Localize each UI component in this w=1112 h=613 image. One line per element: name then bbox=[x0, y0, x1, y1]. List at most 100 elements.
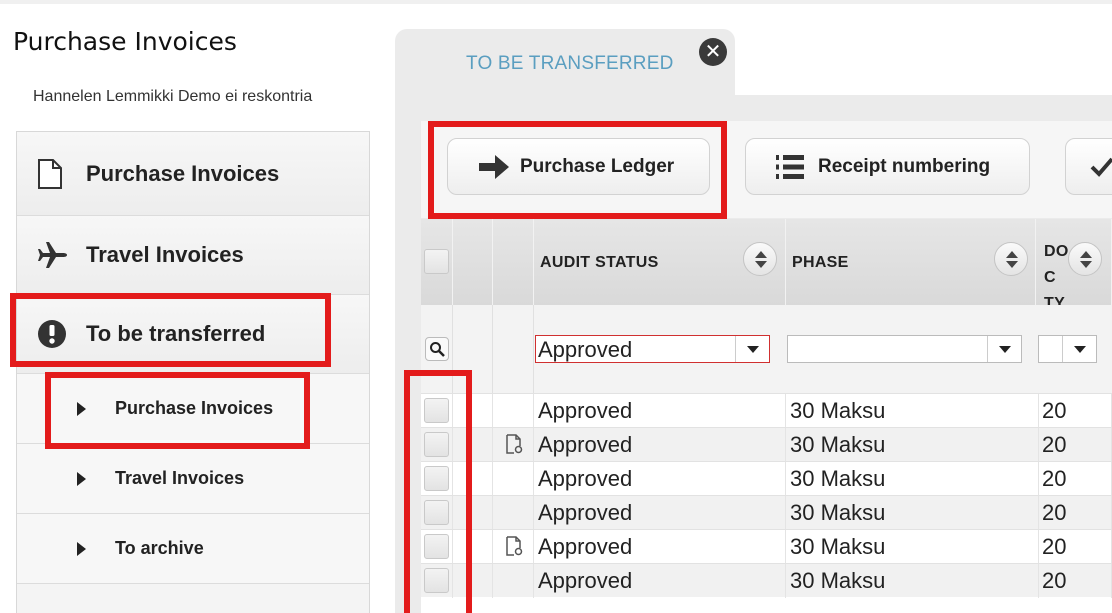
close-icon[interactable]: ✕ bbox=[699, 38, 727, 66]
row-blank-cell bbox=[453, 496, 493, 530]
sort-icon[interactable] bbox=[1068, 242, 1102, 276]
table-row[interactable]: Approved 30 Maksu 20 bbox=[421, 529, 1112, 564]
sort-icon[interactable] bbox=[743, 242, 777, 276]
audit-status-cell: Approved bbox=[534, 564, 786, 598]
row-blank-cell bbox=[453, 394, 493, 428]
table-row[interactable]: Approved 30 Maksu 20 bbox=[421, 427, 1112, 462]
phase-cell: 30 Maksu bbox=[786, 428, 1039, 462]
doc-type-cell: 20 bbox=[1039, 564, 1112, 598]
column-header-audit-status[interactable]: AUDIT STATUS bbox=[534, 219, 786, 305]
phase-cell: 30 Maksu bbox=[786, 462, 1039, 496]
column-header-phase[interactable]: PHASE bbox=[786, 219, 1036, 305]
table-row[interactable]: Approved 30 Maksu 20 bbox=[421, 495, 1112, 530]
page-title: Purchase Invoices bbox=[13, 27, 237, 56]
exclamation-icon bbox=[37, 295, 67, 373]
checkmark-icon bbox=[1090, 156, 1112, 178]
company-name: Hannelen Lemmikki Demo ei reskontria bbox=[33, 88, 313, 105]
sidebar-item-to-be-transferred[interactable]: To be transferred bbox=[17, 295, 369, 374]
sidebar-subitem-travel-invoices[interactable]: Travel Invoices bbox=[17, 444, 369, 514]
table-row[interactable]: Approved 30 Maksu 20 bbox=[421, 461, 1112, 496]
row-checkbox[interactable] bbox=[424, 500, 449, 525]
chevron-down-icon bbox=[987, 336, 1021, 362]
sidebar-item-label: Purchase Invoices bbox=[86, 160, 280, 186]
column-header-label: DOC TY bbox=[1044, 243, 1069, 305]
row-blank-cell bbox=[453, 462, 493, 496]
attachment-icon[interactable] bbox=[505, 536, 523, 556]
column-header-label: PHASE bbox=[792, 254, 849, 271]
sidebar-item-label: To be transferred bbox=[86, 321, 266, 346]
row-blank-cell bbox=[453, 530, 493, 564]
row-attachment-cell bbox=[493, 496, 534, 530]
select-all-header bbox=[421, 219, 453, 305]
row-attachment-cell bbox=[493, 462, 534, 496]
column-header-blank bbox=[453, 219, 493, 305]
row-checkbox[interactable] bbox=[424, 398, 449, 423]
row-checkbox[interactable] bbox=[424, 466, 449, 491]
purchase-ledger-button[interactable]: Purchase Ledger bbox=[447, 138, 710, 195]
filter-cell bbox=[493, 305, 534, 393]
doc-type-cell: 20 bbox=[1039, 530, 1112, 564]
row-checkbox[interactable] bbox=[424, 432, 449, 457]
table-row[interactable]: Approved 30 Maksu 20 bbox=[421, 563, 1112, 598]
sidebar-subitem-label: To archive bbox=[115, 538, 204, 558]
audit-status-filter-select[interactable]: Approved bbox=[535, 335, 770, 363]
column-header-doc-type[interactable]: DOC TY bbox=[1036, 219, 1112, 305]
sort-icon[interactable] bbox=[994, 242, 1028, 276]
phase-cell: 30 Maksu bbox=[786, 496, 1039, 530]
arrow-right-icon bbox=[478, 154, 510, 180]
row-select-cell bbox=[421, 564, 453, 598]
column-header-label: AUDIT STATUS bbox=[540, 254, 659, 271]
sidebar-subitem-label: Purchase Invoices bbox=[115, 398, 274, 418]
audit-status-filter-value: Approved bbox=[538, 337, 633, 362]
document-icon bbox=[37, 132, 63, 215]
attachment-icon[interactable] bbox=[505, 434, 523, 454]
numbered-list-icon bbox=[774, 153, 804, 181]
filter-cell bbox=[453, 305, 493, 393]
audit-status-cell: Approved bbox=[534, 428, 786, 462]
row-attachment-cell bbox=[493, 394, 534, 428]
row-select-cell bbox=[421, 394, 453, 428]
sidebar-item-travel-invoices[interactable]: Travel Invoices bbox=[17, 216, 369, 295]
row-attachment-cell bbox=[493, 428, 534, 462]
row-blank-cell bbox=[453, 564, 493, 598]
top-bar bbox=[0, 0, 1112, 4]
row-blank-cell bbox=[453, 428, 493, 462]
sidebar: Purchase Invoices Travel Invoices To be … bbox=[16, 131, 370, 613]
search-icon[interactable] bbox=[425, 337, 449, 361]
audit-status-cell: Approved bbox=[534, 496, 786, 530]
approve-button[interactable] bbox=[1065, 138, 1112, 195]
airplane-icon bbox=[37, 216, 69, 294]
caret-right-icon bbox=[77, 471, 86, 486]
sidebar-item-label: Travel Invoices bbox=[86, 242, 244, 267]
chevron-down-icon bbox=[1062, 336, 1096, 362]
caret-right-icon bbox=[77, 541, 86, 556]
sidebar-item-purchase-invoices[interactable]: Purchase Invoices bbox=[17, 132, 369, 216]
tab-label: TO BE TRANSFERRED bbox=[466, 53, 674, 74]
audit-status-cell: Approved bbox=[534, 530, 786, 564]
row-select-cell bbox=[421, 428, 453, 462]
phase-filter-select[interactable] bbox=[787, 335, 1022, 363]
doc-type-cell: 20 bbox=[1039, 496, 1112, 530]
sidebar-item-more[interactable] bbox=[17, 584, 369, 613]
chevron-down-icon bbox=[735, 336, 769, 362]
sidebar-subitem-to-archive[interactable]: To archive bbox=[17, 514, 369, 584]
filter-cell bbox=[421, 305, 453, 393]
receipt-numbering-label: Receipt numbering bbox=[818, 155, 991, 177]
row-attachment-cell bbox=[493, 530, 534, 564]
row-checkbox[interactable] bbox=[424, 534, 449, 559]
phase-cell: 30 Maksu bbox=[786, 564, 1039, 598]
sidebar-subitem-purchase-invoices[interactable]: Purchase Invoices bbox=[17, 374, 369, 444]
sidebar-subitem-label: Travel Invoices bbox=[115, 468, 245, 488]
doc-type-cell: 20 bbox=[1039, 428, 1112, 462]
table-row[interactable]: Approved 30 Maksu 20 bbox=[421, 393, 1112, 428]
row-select-cell bbox=[421, 530, 453, 564]
filter-row: Approved bbox=[421, 305, 1112, 393]
select-all-checkbox[interactable] bbox=[424, 249, 449, 274]
receipt-numbering-button[interactable]: Receipt numbering bbox=[745, 138, 1030, 195]
column-header-attachment bbox=[493, 219, 534, 305]
doc-type-filter-select[interactable] bbox=[1038, 335, 1097, 363]
phase-cell: 30 Maksu bbox=[786, 394, 1039, 428]
row-checkbox[interactable] bbox=[424, 568, 449, 593]
purchase-ledger-label: Purchase Ledger bbox=[520, 155, 675, 177]
audit-status-cell: Approved bbox=[534, 462, 786, 496]
